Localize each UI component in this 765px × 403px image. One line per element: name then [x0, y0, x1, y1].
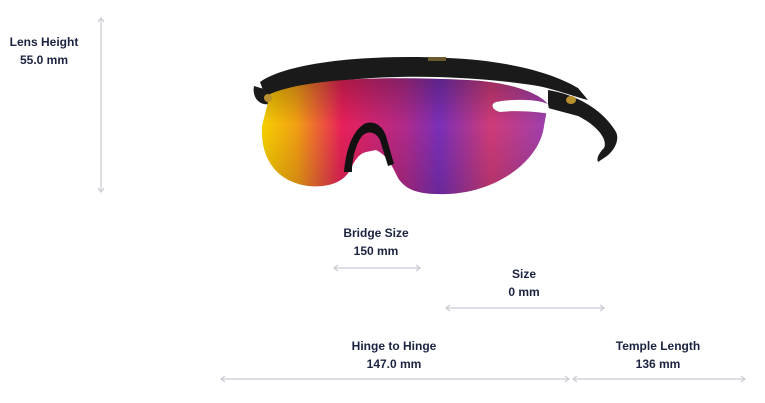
lens-height-value: 55.0 mm	[19, 53, 69, 67]
size-value: 0 mm	[508, 285, 540, 299]
lens-height-arrow	[97, 17, 105, 193]
hinge-to-hinge-arrow	[220, 375, 570, 383]
size-arrow	[445, 304, 605, 312]
temple-length-value: 136 mm	[635, 357, 681, 371]
temple-length-arrow	[572, 375, 746, 383]
sunglasses-image	[253, 57, 618, 195]
lens-height-label: Lens Height 55.0 mm	[4, 33, 84, 69]
size-title: Size	[511, 267, 536, 281]
bridge-size-label: Bridge Size 150 mm	[326, 224, 426, 260]
bridge-size-value: 150 mm	[353, 244, 399, 258]
bridge-size-arrow	[333, 264, 421, 272]
hinge-to-hinge-label: Hinge to Hinge 147.0 mm	[334, 337, 454, 373]
size-label: Size 0 mm	[484, 265, 564, 301]
temple-length-title: Temple Length	[615, 339, 701, 353]
temple-length-label: Temple Length 136 mm	[608, 337, 708, 373]
hinge-to-hinge-title: Hinge to Hinge	[351, 339, 437, 353]
lens-height-title: Lens Height	[9, 35, 79, 49]
bridge-size-title: Bridge Size	[343, 226, 409, 240]
hinge-to-hinge-value: 147.0 mm	[366, 357, 422, 371]
